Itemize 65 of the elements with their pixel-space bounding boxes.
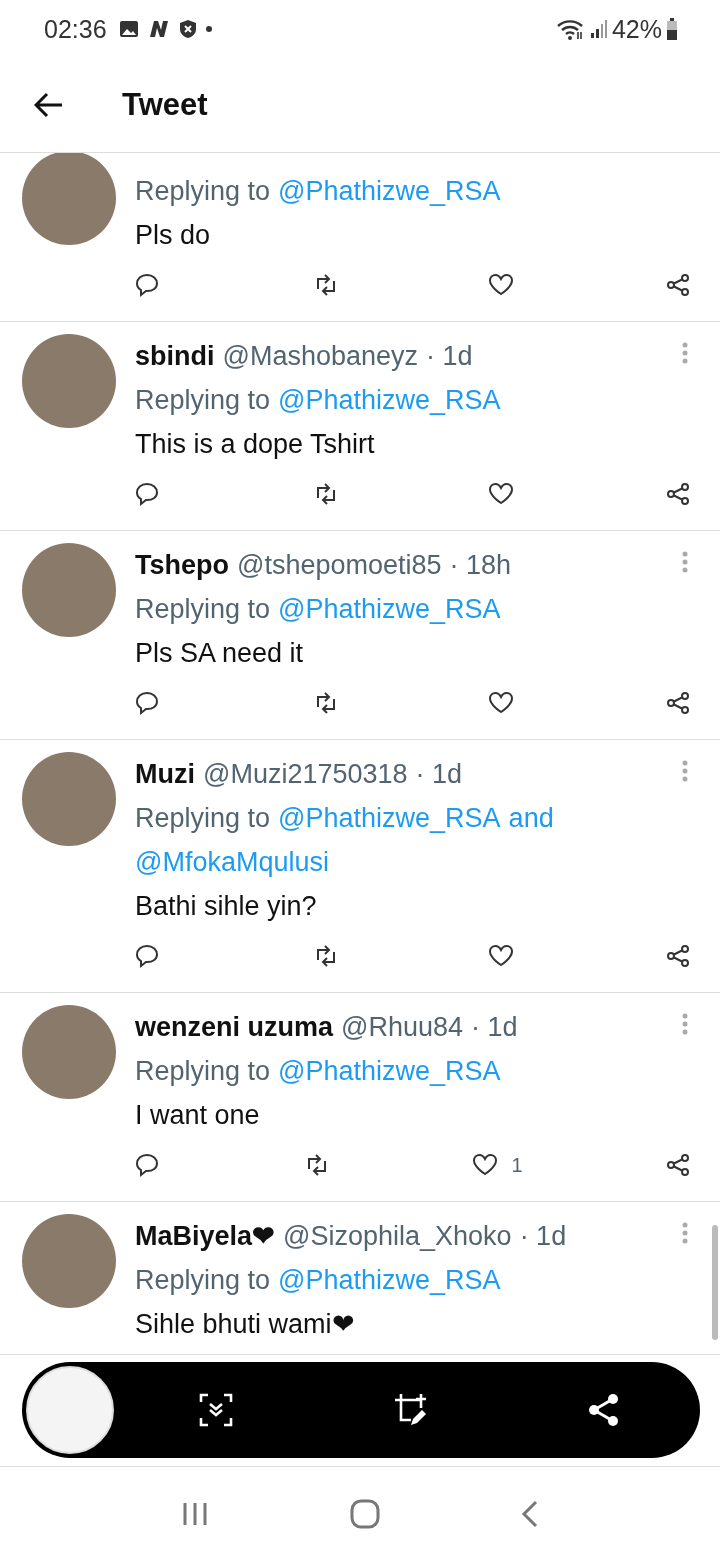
share-icon[interactable] (665, 691, 690, 715)
replying-label: Replying to (135, 175, 271, 208)
reply-icon[interactable] (135, 1152, 161, 1178)
mention-link[interactable]: and (508, 796, 554, 840)
heart-icon[interactable] (471, 1152, 498, 1178)
mention-link[interactable]: @Phathizwe_RSA (278, 587, 501, 631)
mention-link[interactable]: @MfokaMqulusi (135, 840, 329, 884)
dot-icon (204, 25, 213, 33)
share-icon[interactable] (665, 1153, 690, 1177)
clock: 02:36 (44, 14, 107, 44)
mention-link[interactable]: @Phathizwe_RSA (278, 378, 501, 422)
user-handle: @Sizophila_Xhoko (283, 1220, 512, 1253)
user-name[interactable]: Muzi (135, 752, 195, 796)
tweet-age: · 1d (426, 340, 473, 373)
share-icon[interactable] (665, 273, 690, 297)
battery-percent: 42% (611, 14, 662, 44)
heart-icon[interactable] (488, 272, 515, 298)
replying-label: Replying to (135, 384, 271, 417)
tweet-age: · 1d (471, 1011, 518, 1044)
page-title: Tweet (122, 87, 208, 123)
share-icon[interactable] (665, 944, 690, 968)
user-handle: @Muzi21750318 (203, 758, 408, 791)
heart-icon[interactable] (488, 690, 515, 716)
share-icon (588, 1393, 621, 1427)
mention-link[interactable]: @Phathizwe_RSA (278, 1049, 501, 1093)
heart-icon[interactable] (488, 943, 515, 969)
user-handle: @tshepomoeti85 (237, 549, 442, 582)
tweet-text: Bathi sihle yin? (135, 890, 318, 923)
crop-pencil-icon (393, 1392, 429, 1428)
back-arrow-icon (34, 92, 64, 118)
reply-icon[interactable] (135, 943, 161, 969)
home-icon[interactable] (349, 1498, 381, 1530)
user-handle: @Mashobaneyz (222, 340, 418, 373)
user-name[interactable]: MaBiyela❤ (135, 1214, 276, 1258)
signal-icon (589, 19, 608, 39)
tweet-age: · 1d (519, 1220, 567, 1253)
user-name[interactable]: wenzeni uzuma (135, 1005, 334, 1049)
shield-icon (178, 19, 197, 39)
replying-label: Replying to (135, 1055, 271, 1088)
reply-icon[interactable] (135, 481, 161, 507)
heart-icon[interactable] (488, 481, 515, 507)
tweet-age: · 18h (449, 549, 512, 582)
screenshot-thumbnail[interactable] (26, 1366, 114, 1454)
user-handle: @Rhuu84 (341, 1011, 464, 1044)
replying-label: Replying to (135, 1264, 271, 1297)
reply-icon[interactable] (135, 272, 161, 298)
tweet-text: Pls SA need it (135, 637, 305, 670)
tweet-text: Sihle bhuti wami❤ (135, 1308, 356, 1341)
reply-icon[interactable] (135, 690, 161, 716)
image-icon (118, 20, 139, 38)
mention-link[interactable]: @Phathizwe_RSA (278, 1258, 501, 1302)
mention-link[interactable]: @Phathizwe_RSA (278, 169, 501, 213)
mention-link[interactable]: @Phathizwe_RSA (278, 796, 501, 840)
user-name[interactable]: sbindi (135, 334, 215, 378)
share-icon[interactable] (665, 482, 690, 506)
tweet-text: This is a dope Tshirt (135, 428, 376, 461)
scroll-capture-icon (197, 1392, 234, 1428)
tweet-text: I want one (135, 1099, 261, 1132)
battery-icon (666, 18, 678, 40)
like-count: 1 (511, 1153, 523, 1177)
tweet-text: Pls do (135, 219, 212, 252)
user-name[interactable]: Tshepo (135, 543, 229, 587)
replying-label: Replying to (135, 593, 271, 626)
replying-label: Replying to (135, 802, 271, 835)
tweet-age: · 1d (415, 758, 463, 791)
